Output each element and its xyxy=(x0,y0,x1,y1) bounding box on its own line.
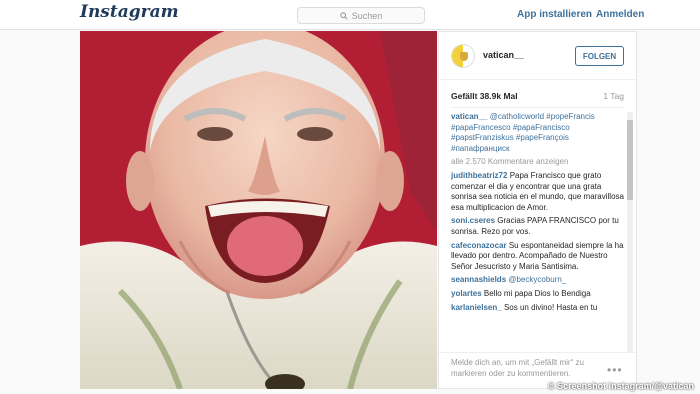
likes-count[interactable]: Gefällt 38.9k Mal xyxy=(451,91,518,101)
comment-text[interactable]: @beckycoburn_ xyxy=(508,275,566,284)
more-options-icon[interactable]: ••• xyxy=(607,363,623,377)
install-app-link[interactable]: App installieren xyxy=(517,9,592,20)
caption-username[interactable]: vatican__ xyxy=(451,112,487,121)
caption: vatican__ @catholicworld #popeFrancis #p… xyxy=(451,112,625,154)
pope-smiling-image xyxy=(80,31,437,389)
scrollbar-thumb[interactable] xyxy=(627,120,633,200)
search-placeholder: Suchen xyxy=(351,10,383,21)
comment-item: karlanielsen_ Sos un divino! Hasta en tu xyxy=(451,303,625,314)
comment-item: yolartes Bello mi papa Dios lo Bendiga xyxy=(451,289,625,300)
view-all-comments-link[interactable]: alle 2.570 Kommentare anzeigen xyxy=(451,157,625,168)
comment-text: Sos un divino! Hasta en tu xyxy=(503,302,598,312)
account-name[interactable]: vatican__ xyxy=(483,50,524,60)
comment-username[interactable]: karlanielsen_ xyxy=(451,303,502,312)
post-header: vatican__ FOLGEN xyxy=(439,32,636,80)
comment-item: judithbeatriz72 Papa Francisco que grato… xyxy=(451,171,625,213)
comment-username[interactable]: seannashields xyxy=(451,275,506,284)
post-detail-panel: vatican__ FOLGEN Gefällt 38.9k Mal 1 Tag… xyxy=(438,31,637,389)
divider xyxy=(451,107,624,108)
search-input[interactable]: Suchen xyxy=(297,7,425,24)
search-icon xyxy=(340,11,348,20)
avatar[interactable] xyxy=(451,44,475,68)
comment-item: cafeconazocar Su espontaneidad siempre l… xyxy=(451,241,625,273)
login-link[interactable]: Anmelden xyxy=(596,9,644,20)
comment-username[interactable]: cafeconazocar xyxy=(451,241,507,250)
comment-username[interactable]: yolartes xyxy=(451,289,482,298)
comments-scrollbar[interactable] xyxy=(627,112,633,352)
comment-username[interactable]: soni.cseres xyxy=(451,216,495,225)
comment-text: Bello mi papa Dios lo Bendiga xyxy=(483,288,591,298)
top-bar: Instagram Suchen App installieren Anmeld… xyxy=(0,0,700,30)
post-age[interactable]: 1 Tag xyxy=(603,91,624,101)
comment-username[interactable]: judithbeatriz72 xyxy=(451,171,507,180)
image-credit: © Screenshot Instagram/@vatican xyxy=(548,381,694,391)
instagram-logo[interactable]: Instagram xyxy=(80,2,179,22)
keys-crest-icon xyxy=(460,52,468,61)
post-photo[interactable] xyxy=(80,31,437,389)
follow-button[interactable]: FOLGEN xyxy=(575,46,624,66)
login-prompt[interactable]: Melde dich an, um mit „Gefällt mir“ zu m… xyxy=(451,358,601,379)
comment-item: seannashields @beckycoburn_ xyxy=(451,275,625,286)
comments-list[interactable]: vatican__ @catholicworld #popeFrancis #p… xyxy=(451,112,625,350)
comment-item: soni.cseres Gracias PAPA FRANCISCO por t… xyxy=(451,216,625,237)
likes-row: Gefällt 38.9k Mal 1 Tag xyxy=(451,91,624,101)
